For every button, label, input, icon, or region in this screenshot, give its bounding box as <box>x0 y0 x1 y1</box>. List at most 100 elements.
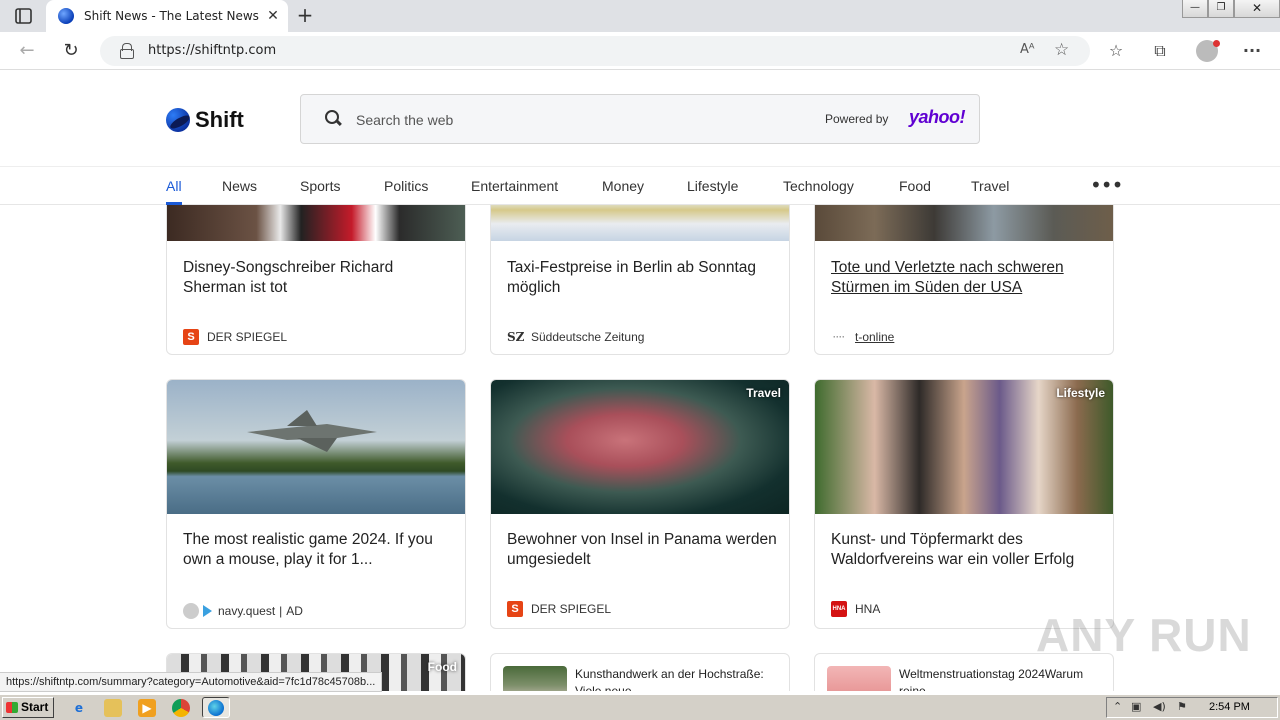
t-online-logo-icon: ···· <box>833 332 845 342</box>
search-input[interactable] <box>356 109 756 131</box>
source-name: navy.quest <box>218 604 276 618</box>
lock-icon[interactable] <box>120 43 134 59</box>
yahoo-logo: yahoo! <box>909 107 966 127</box>
clock[interactable]: 2:54 PM <box>1209 701 1250 713</box>
category-nav: All News Sports Politics Entertainment M… <box>0 167 1280 205</box>
article-headline[interactable]: Taxi-Festpreise in Berlin ab Sonntag mög… <box>507 258 777 298</box>
more-categories-icon[interactable]: ••• <box>1090 173 1123 197</box>
read-aloud-icon[interactable]: Aᴬ <box>1020 42 1035 57</box>
settings-menu-icon[interactable]: ··· <box>1240 39 1264 63</box>
article-image <box>491 380 789 514</box>
category-news[interactable]: News <box>222 178 257 194</box>
action-center-icon[interactable]: ⚑ <box>1177 700 1187 713</box>
address-url[interactable]: https://shiftntp.com <box>148 43 276 59</box>
article-headline[interactable]: The most realistic game 2024. If you own… <box>183 530 453 570</box>
spiegel-logo-icon: S <box>507 601 523 617</box>
restore-button[interactable]: ❐ <box>1208 0 1234 18</box>
news-card[interactable]: Kunsthandwerk an der Hochstraße: Viele n… <box>490 653 790 691</box>
article-thumbnail <box>827 666 891 691</box>
shift-logo-icon <box>166 108 190 132</box>
category-all[interactable]: All <box>166 178 182 194</box>
start-button[interactable]: Start <box>2 697 54 718</box>
category-technology[interactable]: Technology <box>783 178 854 194</box>
news-card[interactable]: Lifestyle Kunst- und Töpfermarkt des Wal… <box>814 379 1114 629</box>
add-favorite-icon[interactable]: ☆ <box>1054 40 1069 60</box>
category-lifestyle[interactable]: Lifestyle <box>687 178 738 194</box>
article-headline[interactable]: Disney-Songschreiber Richard Sherman ist… <box>183 258 453 298</box>
source-name: DER SPIEGEL <box>531 602 612 616</box>
tab-title: Shift News - The Latest News Spo <box>84 9 260 23</box>
spiegel-logo-icon: S <box>183 329 199 345</box>
close-window-button[interactable]: ✕ <box>1234 0 1280 18</box>
browser-tab[interactable]: Shift News - The Latest News Spo ✕ <box>46 0 288 32</box>
source-name: HNA <box>855 602 881 616</box>
web-page: Shift Powered by yahoo! All News Sports … <box>0 71 1280 691</box>
navigation-bar: ← ↻ https://shiftntp.com Aᴬ ☆ ☆ ⧉ ··· <box>0 32 1280 70</box>
windows-flag-icon <box>6 702 18 713</box>
active-category-indicator <box>166 202 182 205</box>
search-icon[interactable] <box>323 109 343 129</box>
ad-label: AD <box>286 604 303 618</box>
search-box: Powered by yahoo! <box>300 94 980 144</box>
article-source: SZ Süddeutsche Zeitung <box>507 328 644 346</box>
tab-bar: Shift News - The Latest News Spo ✕ + — ❐… <box>0 0 1280 32</box>
article-source: S DER SPIEGEL <box>507 600 611 618</box>
article-headline[interactable]: Kunst- und Töpfermarkt des Waldorfverein… <box>831 530 1101 570</box>
minimize-button[interactable]: — <box>1182 0 1208 18</box>
system-tray: ⌃ ▣ ◀) ⚑ 2:54 PM <box>1106 697 1278 718</box>
category-badge: Travel <box>746 386 781 400</box>
category-sports[interactable]: Sports <box>300 178 340 194</box>
site-favicon-icon <box>58 8 74 24</box>
category-badge: Food <box>427 660 457 674</box>
category-politics[interactable]: Politics <box>384 178 428 194</box>
article-headline[interactable]: Kunsthandwerk an der Hochstraße: Viele n… <box>575 666 775 691</box>
anyrun-watermark: ANY RUN <box>1036 609 1252 661</box>
network-icon[interactable]: ▣ <box>1131 700 1141 713</box>
ie-icon[interactable]: e <box>70 699 88 717</box>
media-player-icon[interactable]: ▶ <box>138 699 156 717</box>
edge-taskbar-button[interactable] <box>202 697 230 718</box>
article-source: HNA HNA <box>831 600 880 618</box>
shift-logo[interactable]: Shift <box>166 107 244 133</box>
collections-icon[interactable]: ⧉ <box>1148 39 1172 63</box>
article-headline[interactable]: Weltmenstruationstag 2024Warum reine <box>899 666 1099 691</box>
profile-avatar[interactable] <box>1196 40 1220 62</box>
browser-window: Shift News - The Latest News Spo ✕ + — ❐… <box>0 0 1280 720</box>
article-source: navy.quest | AD <box>183 602 303 620</box>
ad-choices-icon <box>183 603 212 619</box>
window-controls: — ❐ ✕ <box>1182 0 1280 18</box>
new-tab-button[interactable]: + <box>294 5 316 27</box>
tab-close-icon[interactable]: ✕ <box>264 7 282 25</box>
jet-image-icon <box>247 410 377 452</box>
status-bar-url: https://shiftntp.com/summary?category=Au… <box>0 672 383 692</box>
hna-logo-icon: HNA <box>831 601 847 617</box>
ad-card[interactable]: The most realistic game 2024. If you own… <box>166 379 466 629</box>
article-thumbnail <box>503 666 567 691</box>
start-label: Start <box>21 700 49 714</box>
article-headline[interactable]: Tote und Verletzte nach schweren Stürmen… <box>831 258 1101 298</box>
back-arrow-icon[interactable]: ← <box>14 39 40 63</box>
category-travel[interactable]: Travel <box>971 178 1009 194</box>
category-money[interactable]: Money <box>602 178 644 194</box>
taskbar: Start e ▶ ⌃ ▣ ◀) ⚑ 2:54 PM <box>0 694 1280 720</box>
article-source: S DER SPIEGEL <box>183 328 287 346</box>
article-image <box>815 380 1113 514</box>
site-header: Shift Powered by yahoo! <box>0 71 1280 167</box>
tab-actions-icon[interactable] <box>10 7 38 25</box>
chrome-icon[interactable] <box>172 699 190 717</box>
favorites-icon[interactable]: ☆ <box>1104 39 1128 63</box>
shift-logo-text: Shift <box>195 107 244 132</box>
source-name[interactable]: t-online <box>855 330 894 344</box>
article-headline[interactable]: Bewohner von Insel in Panama werden umge… <box>507 530 777 570</box>
news-card[interactable]: Travel Bewohner von Insel in Panama werd… <box>490 379 790 629</box>
source-name: Süddeutsche Zeitung <box>531 330 645 344</box>
powered-by-label: Powered by <box>825 112 889 126</box>
tray-expand-icon[interactable]: ⌃ <box>1113 700 1122 713</box>
address-bar[interactable]: https://shiftntp.com Aᴬ ☆ <box>100 36 1090 66</box>
explorer-icon[interactable] <box>104 699 122 717</box>
category-food[interactable]: Food <box>899 178 931 194</box>
category-badge: Lifestyle <box>1056 386 1105 400</box>
refresh-icon[interactable]: ↻ <box>58 39 84 63</box>
volume-icon[interactable]: ◀) <box>1153 700 1166 713</box>
category-entertainment[interactable]: Entertainment <box>471 178 558 194</box>
